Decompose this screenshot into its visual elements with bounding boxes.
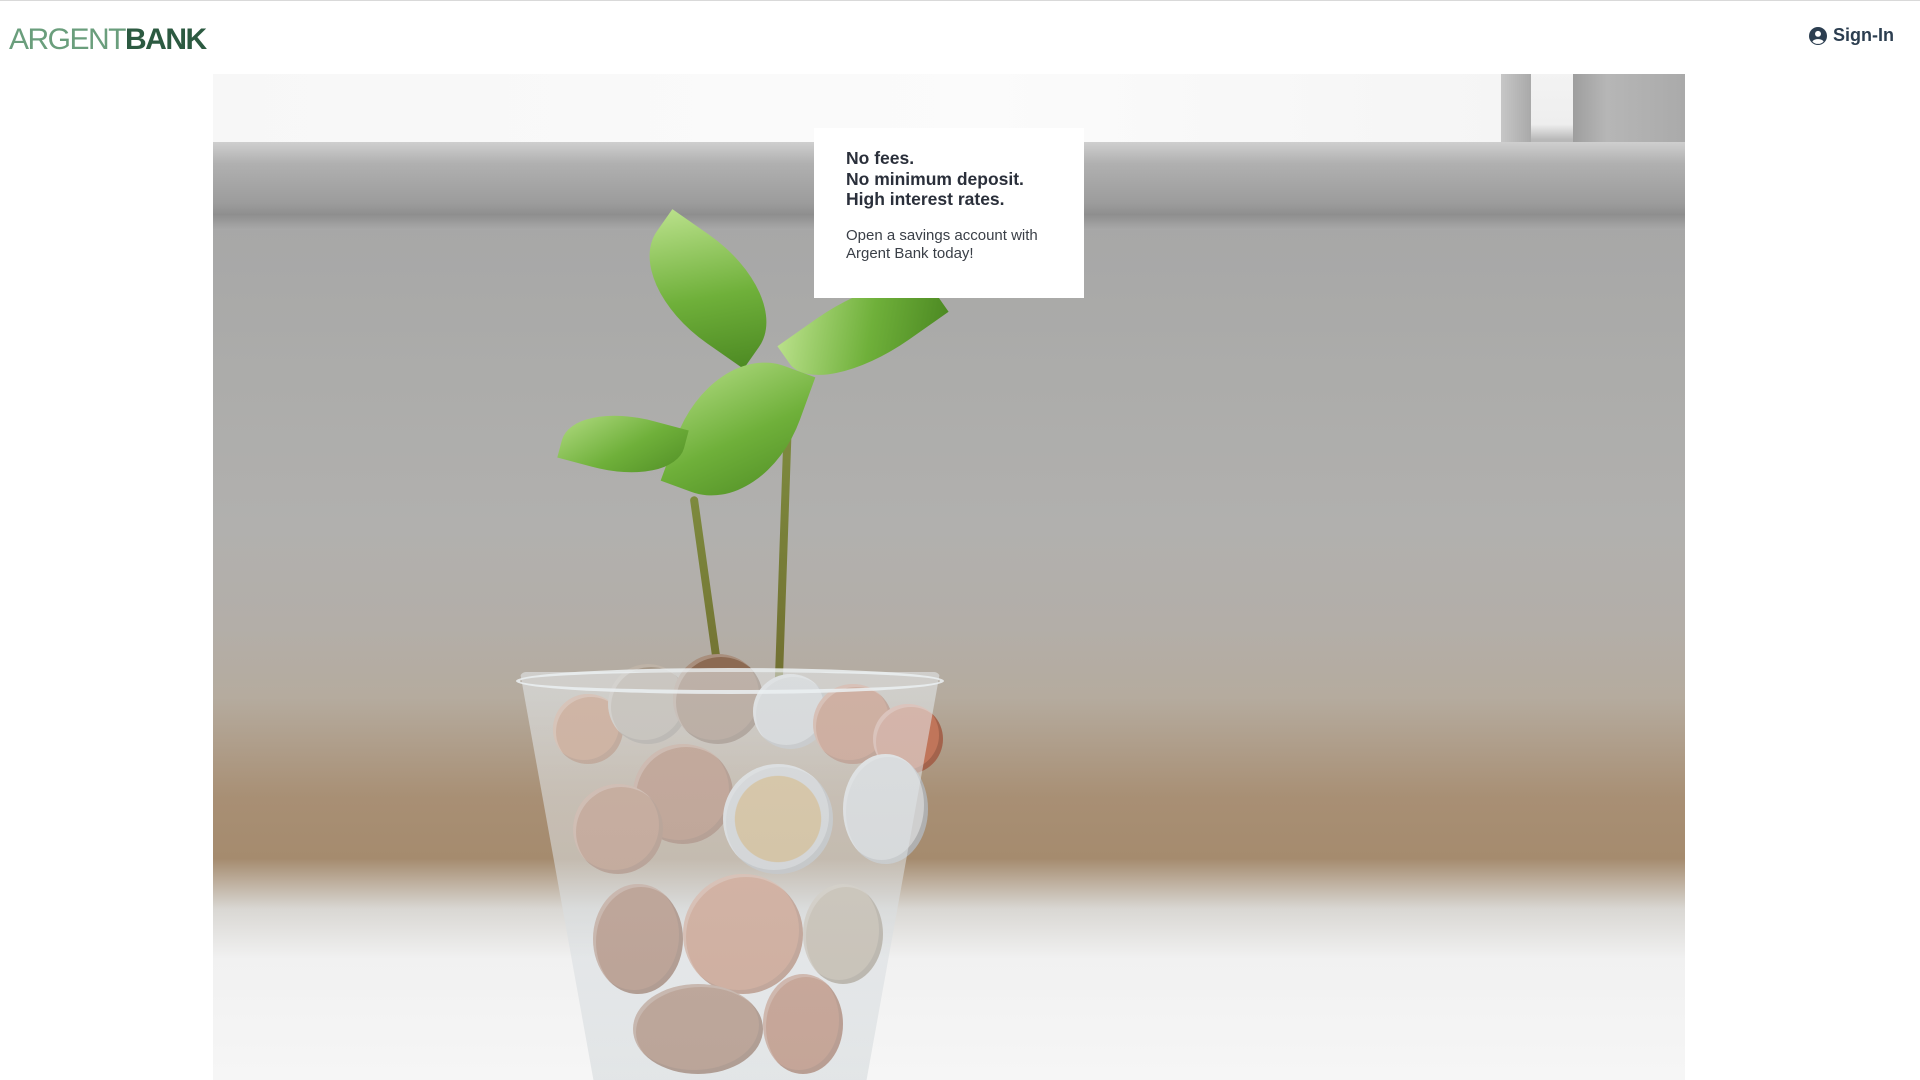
user-circle-icon xyxy=(1809,26,1827,45)
glass-cup xyxy=(520,672,940,1080)
promo-headline: No fees. No minimum deposit. High intere… xyxy=(846,148,1064,210)
argent-bank-logo[interactable]: ARGENTBANK xyxy=(9,22,207,58)
glass-rim xyxy=(516,668,944,694)
promo-headline-line: No fees. xyxy=(846,148,915,168)
sign-in-link[interactable]: Sign-In xyxy=(1809,25,1894,46)
logo-text-bank: BANK xyxy=(125,23,207,56)
promo-headline-line: No minimum deposit. xyxy=(846,168,1024,189)
promo-body-text: Open a savings account with Argent Bank … xyxy=(846,226,1038,262)
logo-text-argent: ARGENT xyxy=(9,23,127,56)
sign-in-label: Sign-In xyxy=(1833,25,1894,45)
promo-card: No fees. No minimum deposit. High intere… xyxy=(814,128,1084,298)
promo-headline-line: High interest rates. xyxy=(846,189,1005,209)
plant-leaf xyxy=(620,209,796,369)
site-header: ARGENTBANK Sign-In xyxy=(0,1,1920,73)
